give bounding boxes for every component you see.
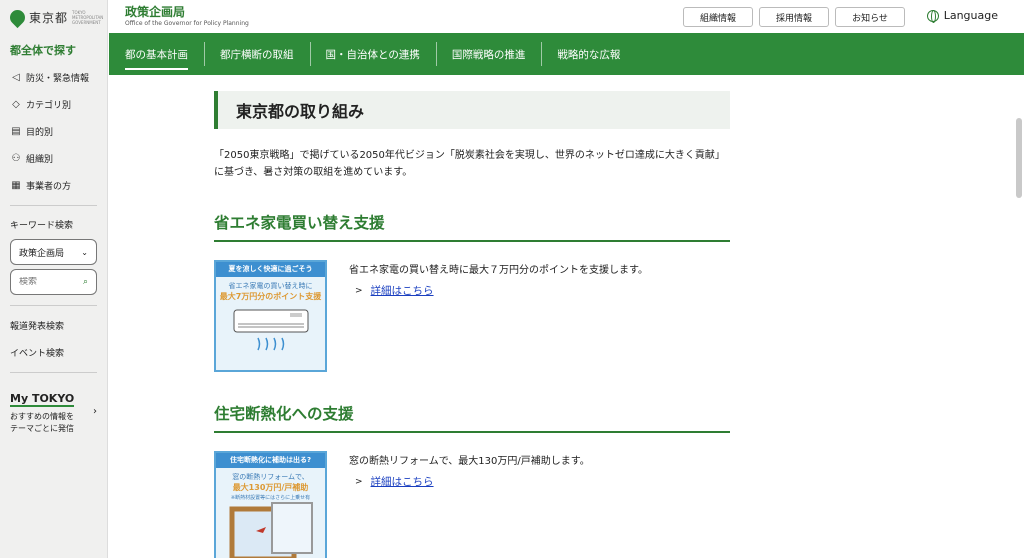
scrollbar[interactable]	[1016, 118, 1022, 198]
sidebar-item-label: 組織別	[26, 155, 54, 165]
detail-link-row[interactable]: > 詳細はこちら	[349, 474, 590, 489]
sidebar-item-category[interactable]: ◇ カテゴリ別	[0, 91, 107, 118]
page-title: 東京都の取り組み	[214, 91, 730, 129]
sidebar-item-label: カテゴリ別	[26, 101, 72, 111]
detail-link[interactable]: 詳細はこちら	[371, 474, 434, 489]
chevron-right-icon: >	[355, 285, 363, 296]
sidebar-item-label: 事業者の方	[26, 182, 72, 192]
item-description: 窓の断熱リフォームで、最大130万円/戸補助します。	[349, 456, 590, 467]
event-search-link[interactable]: イベント検索	[0, 339, 107, 366]
search-field[interactable]: ⌕	[10, 269, 97, 295]
logo-text: 東京都	[29, 10, 69, 25]
keyword-search-label: キーワード検索	[10, 221, 74, 231]
nav-national-local[interactable]: 国・自治体との連携	[309, 33, 436, 75]
chevron-right-icon: >	[355, 476, 363, 487]
sidebar-item-purpose[interactable]: ▤ 目的別	[0, 118, 107, 145]
item-text: 省エネ家電の買い替え時に最大７万円分のポイントを支援します。 > 詳細はこちら	[327, 260, 648, 372]
mytokyo-desc-line: おすすめの情報を	[10, 412, 74, 421]
nav-basic-plan[interactable]: 都の基本計画	[109, 33, 204, 75]
window-icon	[229, 502, 313, 558]
megaphone-icon: ◁	[12, 72, 20, 83]
appliance-promo-image[interactable]: 夏を涼しく快適に過ごそう 省エネ家電の買い替え時に 最大7万円分のポイント支援	[214, 260, 327, 372]
item-row: 夏を涼しく快適に過ごそう 省エネ家電の買い替え時に 最大7万円分のポイント支援 …	[214, 260, 730, 372]
org-info-button[interactable]: 組織情報	[683, 7, 753, 27]
item-description: 省エネ家電の買い替え時に最大７万円分のポイントを支援します。	[349, 265, 648, 276]
divider	[10, 305, 97, 306]
divider	[10, 205, 97, 206]
search-icon[interactable]: ⌕	[83, 277, 88, 287]
section-insulation: 住宅断熱化への支援 住宅断熱化に補助は出る? 窓の断熱リフォームで、 最大130…	[214, 402, 730, 558]
promo-text: 窓の断熱リフォームで、	[232, 473, 309, 481]
sidebar-item-label: 目的別	[26, 128, 54, 138]
chevron-down-icon: ⌄	[81, 247, 88, 257]
news-button[interactable]: お知らせ	[835, 7, 905, 27]
air-conditioner-icon	[233, 309, 309, 351]
insulation-promo-image[interactable]: 住宅断熱化に補助は出る? 窓の断熱リフォームで、 最大130万円/戸補助 ※断熱…	[214, 451, 327, 558]
department-name: 政策企画局	[125, 5, 186, 19]
promo-banner: 住宅断熱化に補助は出る?	[216, 453, 325, 468]
press-release-search-link[interactable]: 報道発表検索	[0, 312, 107, 339]
globe-icon	[926, 9, 939, 23]
ginkgo-leaf-icon	[6, 6, 29, 28]
promo-highlight: 最大7万円分のポイント支援	[219, 292, 322, 301]
search-input[interactable]	[19, 277, 79, 287]
sidebar: 東京都 TOKYO METROPOLITAN GOVERNMENT 都全体で探す…	[0, 0, 108, 558]
main-content: 東京都の取り組み 「2050東京戦略」で掲げている2050年代ビジョン「脱炭素社…	[214, 91, 730, 558]
detail-link[interactable]: 詳細はこちら	[371, 283, 434, 298]
item-row: 住宅断熱化に補助は出る? 窓の断熱リフォームで、 最大130万円/戸補助 ※断熱…	[214, 451, 730, 558]
language-button[interactable]: Language	[926, 9, 998, 23]
section-appliance: 省エネ家電買い替え支援 夏を涼しく快適に過ごそう 省エネ家電の買い替え時に 最大…	[214, 211, 730, 372]
language-label: Language	[943, 9, 998, 22]
department-logo[interactable]: 政策企画局 Office of the Governor for Policy …	[125, 3, 249, 27]
header: 政策企画局 Office of the Governor for Policy …	[109, 0, 1024, 33]
nav-cross-agency[interactable]: 都庁横断の取組	[204, 33, 310, 75]
sidebar-item-organization[interactable]: ⚇ 組織別	[0, 145, 107, 172]
mytokyo-desc-line: テーマごとに発信	[10, 424, 74, 433]
nav-pr[interactable]: 戦略的な広報	[541, 33, 636, 75]
promo-highlight: 最大130万円/戸補助	[232, 483, 309, 492]
mytokyo-title: My TOKYO	[10, 392, 75, 407]
document-icon: ▤	[11, 126, 21, 137]
department-name-en: Office of the Governor for Policy Planni…	[125, 20, 249, 27]
mytokyo-link[interactable]: My TOKYO おすすめの情報を テーマごとに発信 ›	[0, 379, 107, 443]
section-heading: 省エネ家電買い替え支援	[214, 211, 730, 242]
sidebar-item-disaster[interactable]: ◁ 防災・緊急情報	[0, 64, 107, 91]
business-icon: ▦	[11, 180, 21, 191]
promo-banner: 夏を涼しく快適に過ごそう	[216, 262, 325, 277]
item-text: 窓の断熱リフォームで、最大130万円/戸補助します。 > 詳細はこちら	[327, 451, 590, 558]
divider	[10, 372, 97, 373]
logo-subtext: TOKYO METROPOLITAN GOVERNMENT	[72, 9, 104, 25]
promo-text: 省エネ家電の買い替え時に	[228, 282, 313, 290]
chevron-right-icon: ›	[93, 405, 97, 417]
promo-note: ※断熱材設置等にはさらに上乗せ有	[230, 495, 311, 501]
detail-link-row[interactable]: > 詳細はこちら	[349, 283, 648, 298]
tag-icon: ◇	[12, 99, 20, 110]
org-chart-icon: ⚇	[11, 153, 21, 164]
section-heading: 住宅断熱化への支援	[214, 402, 730, 433]
recruit-info-button[interactable]: 採用情報	[759, 7, 829, 27]
mytokyo-description: おすすめの情報を テーマごとに発信	[10, 411, 74, 435]
department-select-value: 政策企画局	[19, 248, 65, 259]
lead-text: 「2050東京戦略」で掲げている2050年代ビジョン「脱炭素社会を実現し、世界の…	[214, 150, 725, 178]
sidebar-heading: 都全体で探す	[10, 44, 76, 57]
tokyo-logo[interactable]: 東京都 TOKYO METROPOLITAN GOVERNMENT	[0, 0, 107, 34]
sidebar-item-business[interactable]: ▦ 事業者の方	[0, 172, 107, 199]
department-select[interactable]: 政策企画局 ⌄	[10, 239, 97, 265]
main-nav: 都の基本計画 都庁横断の取組 国・自治体との連携 国際戦略の推進 戦略的な広報	[109, 33, 1024, 75]
sidebar-item-label: 防災・緊急情報	[26, 74, 90, 84]
nav-international[interactable]: 国際戦略の推進	[435, 33, 542, 75]
